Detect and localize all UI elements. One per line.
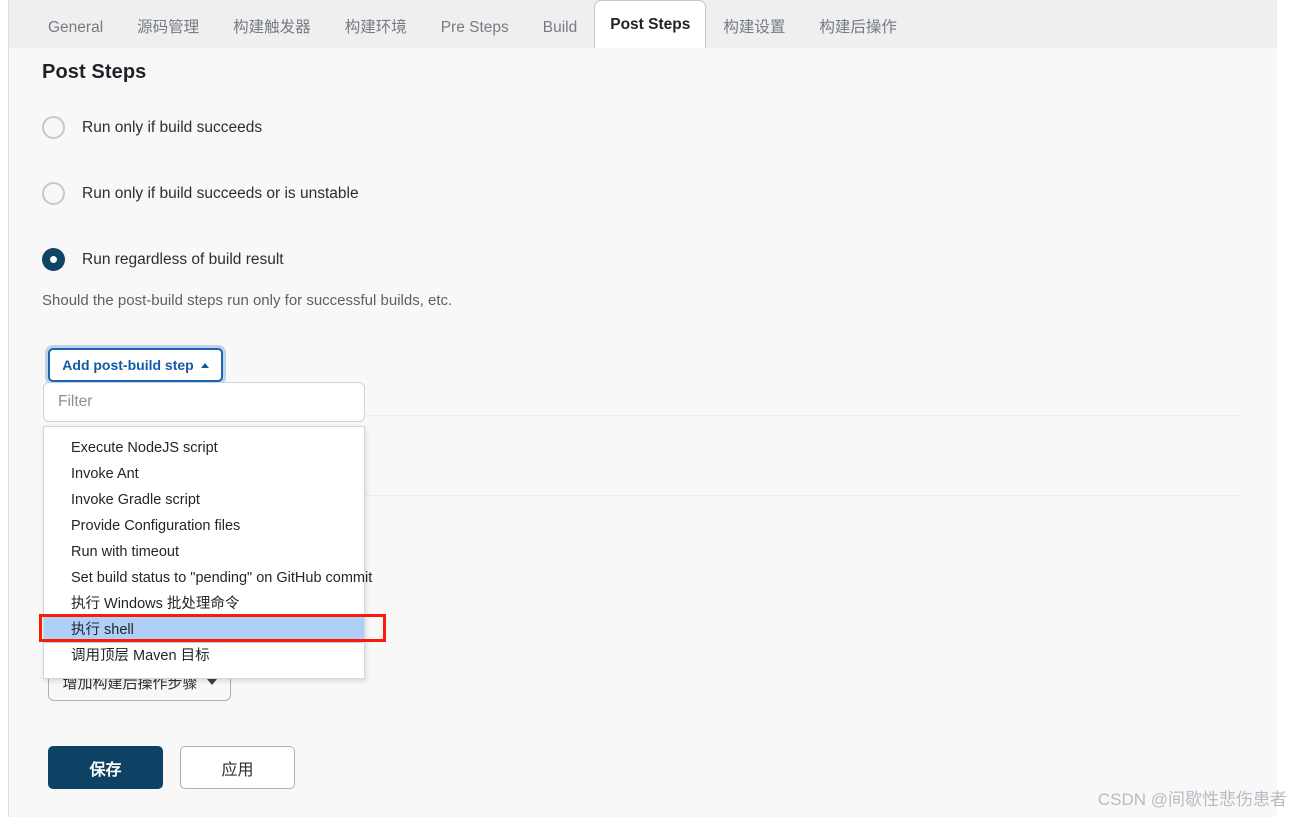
dropdown-item-run-with-timeout[interactable]: Run with timeout bbox=[44, 539, 364, 565]
post-build-step-dropdown: Execute NodeJS script Invoke Ant Invoke … bbox=[43, 426, 372, 679]
section-divider bbox=[355, 415, 1240, 416]
dropdown-item-execute-shell[interactable]: 执行 shell bbox=[44, 617, 364, 643]
tab-build-triggers[interactable]: 构建触发器 bbox=[216, 8, 328, 48]
tab-source-management[interactable]: 源码管理 bbox=[120, 8, 216, 48]
apply-button[interactable]: 应用 bbox=[180, 746, 295, 789]
radio-icon bbox=[42, 116, 65, 139]
dropdown-item-execute-nodejs-script[interactable]: Execute NodeJS script bbox=[44, 435, 364, 461]
caret-down-icon bbox=[206, 679, 217, 685]
radio-run-if-succeeds[interactable]: Run only if build succeeds bbox=[42, 116, 262, 139]
radio-selected-icon bbox=[42, 248, 65, 271]
dropdown-item-invoke-gradle-script[interactable]: Invoke Gradle script bbox=[44, 487, 364, 513]
radio-label: Run only if build succeeds bbox=[82, 118, 263, 136]
add-post-build-step-button[interactable]: Add post-build step bbox=[48, 348, 223, 382]
dropdown-item-set-build-status-github[interactable]: Set build status to "pending" on GitHub … bbox=[44, 565, 372, 591]
tab-build-environment[interactable]: 构建环境 bbox=[328, 8, 424, 48]
radio-label: Run only if build succeeds or is unstabl… bbox=[82, 184, 359, 202]
tab-build-settings[interactable]: 构建设置 bbox=[706, 8, 802, 48]
tab-build[interactable]: Build bbox=[526, 8, 594, 48]
caret-up-icon bbox=[200, 362, 209, 368]
tab-pre-steps[interactable]: Pre Steps bbox=[424, 8, 526, 48]
dropdown-item-invoke-ant[interactable]: Invoke Ant bbox=[44, 461, 364, 487]
dropdown-item-provide-configuration-files[interactable]: Provide Configuration files bbox=[44, 513, 364, 539]
tab-general[interactable]: General bbox=[31, 8, 120, 48]
config-tab-bar: General 源码管理 构建触发器 构建环境 Pre Steps Build … bbox=[9, 0, 1277, 48]
helper-text: Should the post-build steps run only for… bbox=[42, 292, 453, 309]
tab-post-build-actions[interactable]: 构建后操作 bbox=[802, 8, 914, 48]
section-divider bbox=[355, 495, 1240, 496]
watermark-text: CSDN @间歇性悲伤患者 bbox=[1097, 790, 1287, 809]
dropdown-item-invoke-top-level-maven[interactable]: 调用顶层 Maven 目标 bbox=[44, 643, 364, 669]
radio-icon bbox=[42, 182, 65, 205]
dropdown-item-execute-windows-batch[interactable]: 执行 Windows 批处理命令 bbox=[44, 591, 364, 617]
app-window: General 源码管理 构建触发器 构建环境 Pre Steps Build … bbox=[0, 0, 1299, 817]
radio-run-if-succeeds-or-unstable[interactable]: Run only if build succeeds or is unstabl… bbox=[42, 182, 359, 205]
save-button[interactable]: 保存 bbox=[48, 746, 163, 789]
page-title: Post Steps bbox=[42, 61, 147, 83]
filter-input[interactable] bbox=[43, 382, 365, 422]
radio-run-regardless[interactable]: Run regardless of build result bbox=[42, 248, 284, 271]
radio-label: Run regardless of build result bbox=[82, 250, 284, 268]
tab-post-steps[interactable]: Post Steps bbox=[594, 0, 707, 48]
add-post-build-step-label: Add post-build step bbox=[62, 357, 194, 373]
config-content-panel: Post Steps Run only if build succeeds Ru… bbox=[9, 48, 1277, 817]
tabs-row: General 源码管理 构建触发器 构建环境 Pre Steps Build … bbox=[9, 0, 914, 48]
